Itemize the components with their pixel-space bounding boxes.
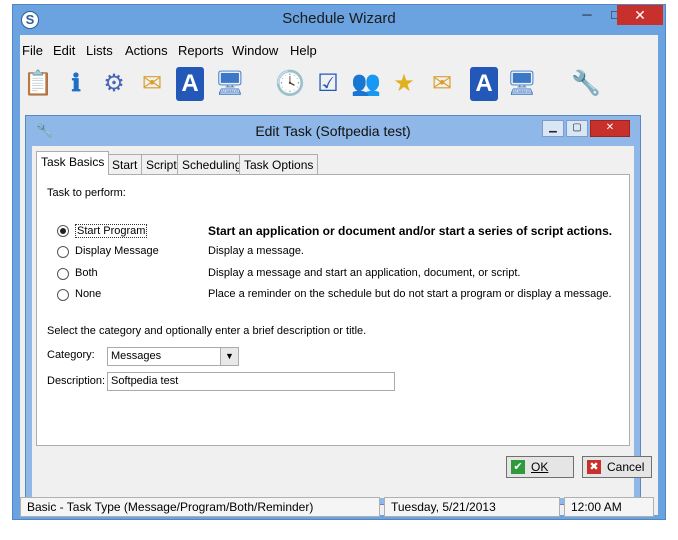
- x-icon: ✖: [587, 460, 601, 474]
- star-icon[interactable]: ★: [388, 67, 420, 101]
- description-label: Description:: [47, 375, 106, 387]
- radio-display-message[interactable]: [57, 246, 69, 258]
- tab-task-options[interactable]: Task Options: [239, 154, 319, 174]
- status-date: Tuesday, 5/21/2013: [384, 497, 560, 517]
- status-time: 12:00 AM: [564, 497, 654, 517]
- tab-task-basics[interactable]: Task Basics: [36, 151, 110, 175]
- close-icon[interactable]: ✕: [617, 5, 663, 25]
- tab-script[interactable]: Script: [141, 154, 182, 174]
- menu-help[interactable]: Help: [290, 43, 317, 58]
- option-label-display-message[interactable]: Display Message: [75, 245, 159, 257]
- checkmark-icon: ✔: [511, 460, 525, 474]
- menu-lists[interactable]: Lists: [86, 43, 113, 58]
- title-bar[interactable]: Schedule Wizard S ─ □ ✕: [13, 5, 665, 33]
- info-icon[interactable]: ℹ: [60, 67, 92, 101]
- edit-task-window: Edit Task (Softpedia test) 🔧 ▁ ▢ ✕ Task …: [25, 115, 652, 505]
- tab-start[interactable]: Start: [107, 154, 143, 174]
- ok-button[interactable]: ✔ OK: [506, 456, 574, 478]
- option-desc-both: Display a message and start an applicati…: [208, 267, 521, 279]
- edit-tools-icon: 🔧: [36, 122, 54, 138]
- window-title: Schedule Wizard: [282, 10, 396, 27]
- dialog-maximize-icon[interactable]: ▢: [566, 120, 588, 137]
- option-label-start-program[interactable]: Start Program: [75, 224, 148, 238]
- description-value: Softpedia test: [111, 375, 179, 387]
- category-label: Category:: [47, 349, 95, 361]
- menu-reports[interactable]: Reports: [178, 43, 224, 58]
- menu-edit[interactable]: Edit: [53, 43, 75, 58]
- client-area: File Edit Lists Actions Reports Window H…: [20, 35, 658, 517]
- dialog-close-icon[interactable]: ✕: [590, 120, 630, 137]
- menu-actions[interactable]: Actions: [125, 43, 168, 58]
- radio-start-program[interactable]: [57, 225, 69, 237]
- minimize-icon[interactable]: ─: [573, 5, 601, 25]
- new-task-icon[interactable]: 📋: [22, 67, 54, 101]
- app-logo-icon[interactable]: S: [21, 11, 39, 29]
- category-hint: Select the category and optionally enter…: [47, 325, 367, 337]
- menu-file[interactable]: File: [22, 43, 43, 58]
- settings-gear-icon[interactable]: ⚙: [98, 67, 130, 101]
- task-basics-panel: Task to perform: Start Program Start an …: [36, 174, 630, 446]
- users-icon[interactable]: 👥: [350, 67, 382, 101]
- dialog-body: Task Basics Start Script Scheduling Task…: [32, 146, 652, 498]
- text-icon[interactable]: A: [470, 67, 498, 101]
- dialog-minimize-icon[interactable]: ▁: [542, 120, 564, 137]
- new-message-icon[interactable]: ✉: [136, 67, 168, 101]
- category-dropdown[interactable]: Messages ▼: [107, 347, 239, 366]
- new-text-icon[interactable]: A: [176, 67, 204, 101]
- description-input[interactable]: Softpedia test: [107, 372, 395, 391]
- option-desc-start-program: Start an application or document and/or …: [208, 224, 613, 238]
- cancel-button[interactable]: ✖ Cancel: [582, 456, 652, 478]
- main-window: Schedule Wizard S ─ □ ✕ File Edit Lists …: [12, 4, 666, 520]
- status-bar: Basic - Task Type (Message/Program/Both/…: [20, 497, 658, 519]
- clock-icon[interactable]: 🕓: [274, 67, 306, 101]
- message-icon[interactable]: ✉: [426, 67, 458, 101]
- toolbar: 📋 ℹ ⚙ ✉ A 🖥 🕓 ☑ 👥 ★ ✉ A 🖥 🔧: [20, 65, 658, 105]
- status-task-type: Basic - Task Type (Message/Program/Both/…: [20, 497, 380, 517]
- task-label: Task to perform:: [47, 187, 126, 199]
- checklist-icon[interactable]: ☑: [312, 67, 344, 101]
- radio-both[interactable]: [57, 268, 69, 280]
- computer-icon[interactable]: 🖥: [506, 67, 538, 101]
- option-label-both[interactable]: Both: [75, 267, 98, 279]
- option-desc-display-message: Display a message.: [208, 245, 304, 257]
- tools-icon[interactable]: 🔧: [570, 67, 602, 101]
- new-computer-icon[interactable]: 🖥: [214, 67, 246, 101]
- option-desc-none: Place a reminder on the schedule but do …: [208, 288, 612, 300]
- option-label-none[interactable]: None: [75, 288, 101, 300]
- category-value: Messages: [111, 350, 162, 362]
- radio-none[interactable]: [57, 289, 69, 301]
- tab-scheduling[interactable]: Scheduling: [177, 154, 247, 174]
- menu-window[interactable]: Window: [232, 43, 278, 58]
- chevron-down-icon[interactable]: ▼: [220, 348, 238, 365]
